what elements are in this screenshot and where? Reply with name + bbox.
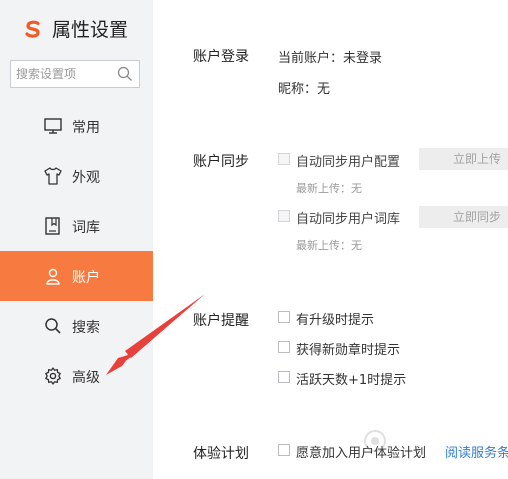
user-icon bbox=[46, 268, 60, 285]
section-label-account-reminder: 账户提醒 bbox=[193, 313, 249, 329]
sidebar-item-label: 账户 bbox=[72, 270, 100, 286]
sidebar-item-label: 外观 bbox=[72, 170, 100, 186]
service-terms-link[interactable]: 阅读服务条 bbox=[445, 442, 508, 461]
sidebar-item-label: 高级 bbox=[72, 370, 100, 386]
sync-dictionary-status: 最新上传：无 bbox=[296, 239, 362, 252]
sidebar-item-common[interactable]: 常用 bbox=[0, 101, 153, 151]
experience-plan-checkbox[interactable] bbox=[278, 444, 290, 456]
upgrade-reminder-checkbox[interactable] bbox=[278, 311, 290, 323]
search-box[interactable] bbox=[10, 60, 140, 88]
sidebar-item-dictionary[interactable]: 词库 bbox=[0, 201, 153, 251]
current-account-text: 当前账户：未登录 bbox=[278, 51, 383, 66]
sidebar-item-advanced[interactable]: 高级 bbox=[0, 351, 153, 401]
sidebar: 属性设置 常用 外观 词库 账户 bbox=[0, 0, 153, 479]
sync-dictionary-label: 自动同步用户词库 bbox=[296, 212, 401, 227]
sync-config-label: 自动同步用户配置 bbox=[296, 155, 401, 170]
book-icon bbox=[45, 217, 60, 235]
settings-panel: 账户登录 当前账户：未登录 昵称：无 账户同步 自动同步用户配置 立即上传 最新… bbox=[153, 0, 508, 479]
gear-icon bbox=[45, 367, 61, 385]
sync-config-status: 最新上传：无 bbox=[296, 182, 362, 195]
sidebar-item-label: 搜索 bbox=[72, 320, 100, 336]
sidebar-item-label: 词库 bbox=[72, 220, 100, 236]
sidebar-item-appearance[interactable]: 外观 bbox=[0, 151, 153, 201]
upload-now-button[interactable]: 立即上传 bbox=[419, 148, 508, 170]
medal-reminder-checkbox[interactable] bbox=[278, 341, 290, 353]
sogou-s-logo-icon bbox=[22, 17, 44, 40]
section-label-account-login: 账户登录 bbox=[193, 49, 249, 65]
shirt-icon bbox=[44, 167, 62, 185]
active-days-reminder-label: 活跃天数+1时提示 bbox=[296, 373, 407, 388]
section-label-experience-plan: 体验计划 bbox=[193, 446, 249, 462]
sidebar-item-account[interactable]: 账户 bbox=[0, 251, 153, 301]
sidebar-item-search[interactable]: 搜索 bbox=[0, 301, 153, 351]
search-icon bbox=[45, 318, 61, 334]
search-icon[interactable] bbox=[117, 66, 133, 82]
sync-now-button[interactable]: 立即同步 bbox=[419, 206, 508, 228]
active-days-reminder-checkbox[interactable] bbox=[278, 371, 290, 383]
sync-dictionary-checkbox[interactable] bbox=[278, 210, 290, 222]
app-header: 属性设置 bbox=[22, 15, 128, 42]
app-title: 属性设置 bbox=[52, 19, 129, 41]
monitor-icon bbox=[44, 118, 62, 134]
nickname-text: 昵称：无 bbox=[278, 82, 331, 97]
watermark-logo-icon bbox=[364, 430, 386, 452]
medal-reminder-label: 获得新勋章时提示 bbox=[296, 343, 401, 358]
sync-config-checkbox[interactable] bbox=[278, 153, 290, 165]
upgrade-reminder-label: 有升级时提示 bbox=[296, 313, 375, 328]
search-input[interactable] bbox=[11, 61, 120, 87]
section-label-account-sync: 账户同步 bbox=[193, 154, 249, 170]
sidebar-item-label: 常用 bbox=[72, 120, 100, 136]
